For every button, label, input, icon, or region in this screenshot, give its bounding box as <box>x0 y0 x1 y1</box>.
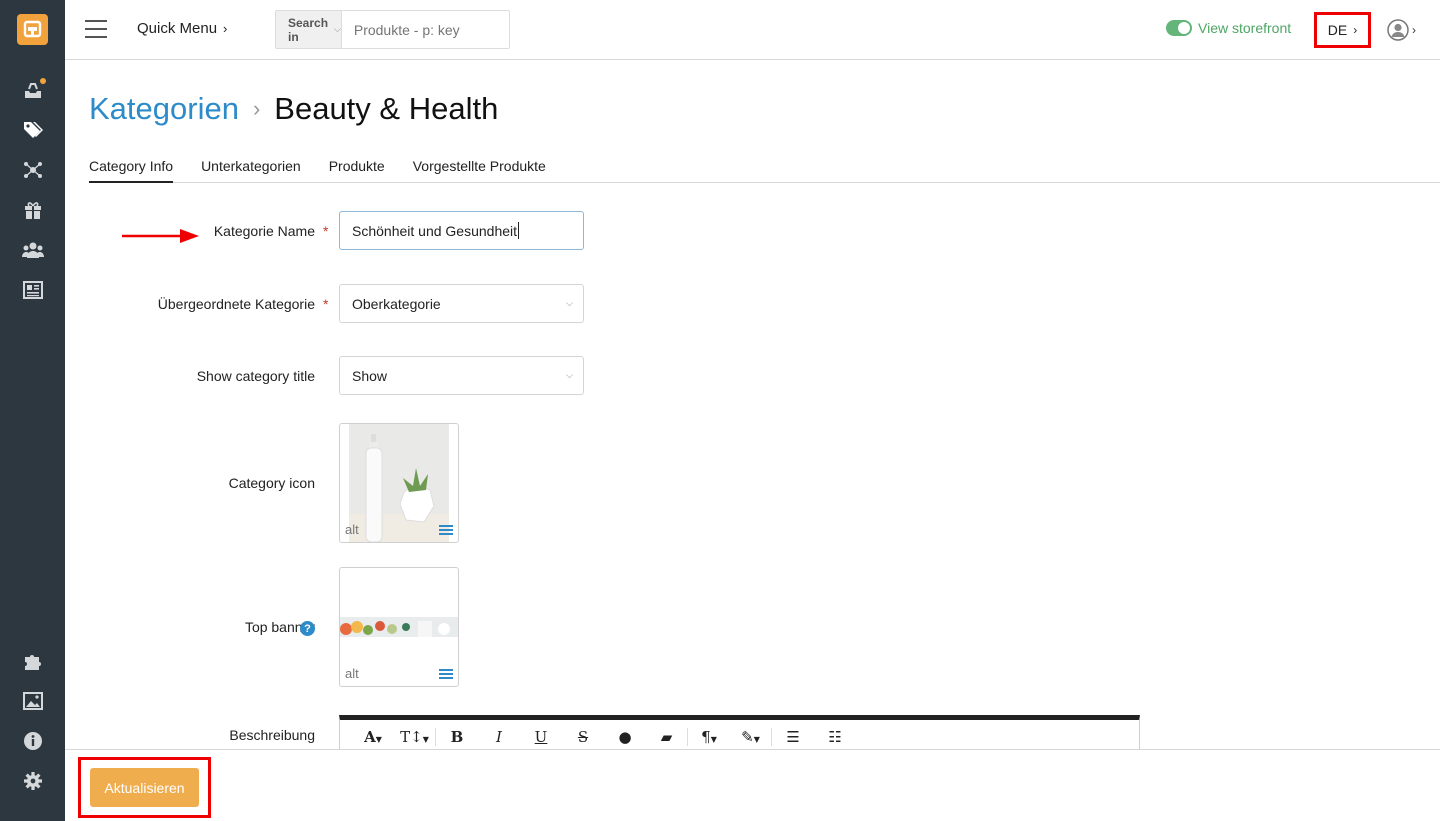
image-options-icon[interactable] <box>439 667 453 679</box>
italic-icon[interactable]: I <box>478 728 520 746</box>
breadcrumb-separator: › <box>252 96 261 121</box>
tab-bar: Category Info Unterkategorien Produkte V… <box>89 158 1440 183</box>
sidebar <box>0 0 65 821</box>
show-title-value: Show <box>352 367 388 384</box>
shop-logo[interactable] <box>17 14 48 45</box>
bold-icon[interactable]: B <box>436 728 478 746</box>
language-label: DE <box>1327 22 1348 38</box>
magic-wand-icon[interactable]: ✎▼ <box>730 728 772 746</box>
image-options-icon[interactable] <box>439 523 453 535</box>
tab-unterkategorien[interactable]: Unterkategorien <box>201 158 301 183</box>
settings-icon[interactable] <box>22 770 44 792</box>
description-label: Beschreibung <box>229 727 315 743</box>
category-name-value: Schönheit und Gesundheit <box>352 222 518 239</box>
main-content: Kategorien › Beauty & Health Category In… <box>65 61 1440 755</box>
breadcrumb-kategorien-link[interactable]: Kategorien <box>89 91 239 127</box>
quick-menu-label: Quick Menu <box>137 20 218 37</box>
image-alt-label: alt <box>345 522 359 537</box>
view-storefront-toggle[interactable]: View storefront <box>1166 20 1291 36</box>
highlight-box: Aktualisieren <box>78 757 211 818</box>
top-banner-image[interactable]: alt <box>339 567 459 687</box>
image-icon[interactable] <box>22 690 44 712</box>
hamburger-menu-icon[interactable] <box>85 20 107 38</box>
text-color-icon[interactable]: ● <box>604 728 646 746</box>
user-menu[interactable]: › <box>1387 19 1416 41</box>
image-alt-label: alt <box>345 666 359 681</box>
banner-photo <box>340 617 458 637</box>
parent-category-value: Oberkategorie <box>352 295 441 312</box>
search-bar: Search in ⌵ <box>275 10 535 49</box>
quick-menu-button[interactable]: Quick Menu › <box>137 20 227 37</box>
chevron-right-icon: › <box>1353 23 1358 37</box>
required-marker: * <box>323 296 329 312</box>
language-selector[interactable]: DE › <box>1314 12 1371 48</box>
unordered-list-icon[interactable]: ☷ <box>814 728 856 746</box>
paragraph-icon[interactable]: ¶▼ <box>688 728 730 746</box>
chevron-down-icon: ⌵ <box>566 370 573 380</box>
category-name-input[interactable]: Schönheit und Gesundheit <box>339 211 584 250</box>
underline-icon[interactable]: U <box>520 728 562 746</box>
show-title-select[interactable]: Show ⌵ <box>339 356 584 395</box>
user-avatar-icon <box>1387 19 1409 41</box>
chevron-right-icon: › <box>1412 23 1416 37</box>
gift-icon[interactable] <box>22 199 44 221</box>
search-type-label: Search in <box>288 15 329 44</box>
annotation-arrow-icon <box>122 229 199 243</box>
parent-category-label: Übergeordnete Kategorie <box>157 296 315 312</box>
users-icon[interactable] <box>22 239 44 261</box>
category-icon-label: Category icon <box>228 475 315 491</box>
info-icon[interactable] <box>22 730 44 752</box>
tab-vorgestellte-produkte[interactable]: Vorgestellte Produkte <box>413 158 546 183</box>
toggle-switch-icon[interactable] <box>1166 20 1192 36</box>
search-input[interactable] <box>341 11 535 48</box>
page-title: Beauty & Health <box>274 91 499 126</box>
notification-dot <box>40 78 46 84</box>
font-family-icon[interactable]: A▼ <box>352 728 394 746</box>
category-name-label: Kategorie Name <box>213 223 315 239</box>
top-bar: Quick Menu › Search in ⌵ View storefront D… <box>65 0 1440 60</box>
update-button[interactable]: Aktualisieren <box>90 768 199 807</box>
chevron-down-icon: ⌵ <box>566 298 573 308</box>
view-storefront-label: View storefront <box>1198 20 1292 36</box>
search-type-dropdown[interactable]: Search in ⌵ <box>276 11 342 48</box>
network-icon[interactable] <box>22 159 44 181</box>
help-icon[interactable]: ? <box>300 621 315 636</box>
footer-bar: Aktualisieren <box>65 749 1440 821</box>
breadcrumb: Kategorien › Beauty & Health <box>89 91 498 127</box>
category-icon-image[interactable]: alt <box>339 423 459 543</box>
product-photo <box>349 424 449 542</box>
show-title-label: Show category title <box>196 368 315 384</box>
news-icon[interactable] <box>22 279 44 301</box>
tab-produkte[interactable]: Produkte <box>329 158 385 183</box>
tags-icon[interactable] <box>22 119 44 141</box>
puzzle-icon[interactable] <box>22 650 44 672</box>
text-cursor <box>518 222 520 239</box>
eraser-icon[interactable]: ▰ <box>646 728 688 746</box>
chevron-down-icon: ⌵ <box>334 24 341 34</box>
tab-category-info[interactable]: Category Info <box>89 158 174 183</box>
required-marker: * <box>323 223 329 239</box>
font-size-icon[interactable]: T↕▼ <box>394 728 436 746</box>
ordered-list-icon[interactable]: ☰ <box>772 728 814 746</box>
orders-icon[interactable] <box>22 78 46 101</box>
parent-category-select[interactable]: Oberkategorie ⌵ <box>339 284 584 323</box>
chevron-right-icon: › <box>223 21 228 36</box>
strikethrough-icon[interactable]: S <box>562 728 604 746</box>
